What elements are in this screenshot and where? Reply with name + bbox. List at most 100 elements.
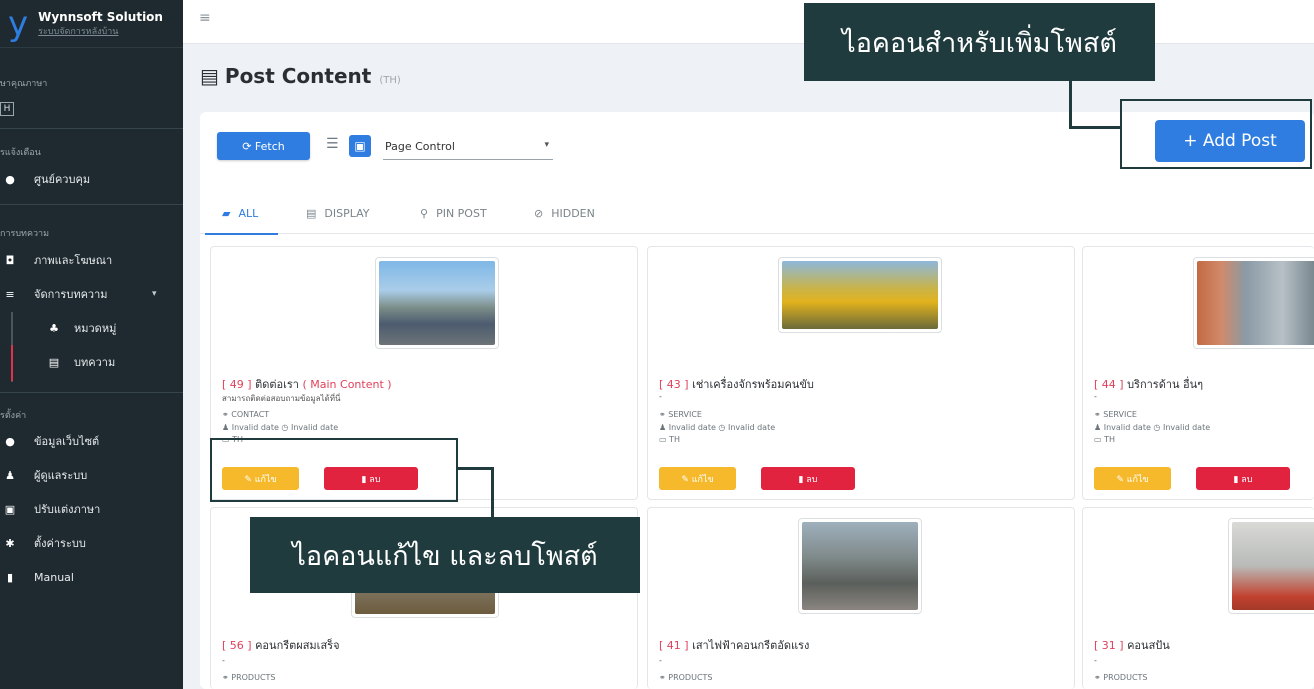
- sidebar-item-users[interactable]: ♟ ผู้ดูแลระบบ: [0, 458, 183, 492]
- post-category: ⚭ PRODUCTS: [659, 673, 713, 682]
- link-icon: ⚭: [659, 410, 666, 419]
- language-selector[interactable]: H: [0, 102, 14, 116]
- edit-button[interactable]: ✎ แก้ไข: [659, 467, 736, 490]
- callout-connector: [456, 467, 494, 470]
- tab-pin-post[interactable]: ⚲ PIN POST: [420, 192, 487, 234]
- post-card: [ 44 ] บริการด้าน อื่นๆ - ⚭ SERVICE ♟ In…: [1082, 246, 1314, 500]
- post-description: -: [659, 656, 662, 665]
- chevron-down-icon: ▾: [544, 140, 549, 150]
- link-icon: ⚭: [222, 673, 229, 682]
- sidebar-item-site-info[interactable]: ● ข้อมูลเว็บไซต์: [0, 424, 183, 458]
- post-language: ▭ TH: [1094, 435, 1116, 444]
- brand-logo-icon: y: [8, 3, 29, 44]
- tab-all[interactable]: ▰ ALL: [204, 192, 279, 235]
- bell-icon: ●: [5, 172, 15, 186]
- folder-icon: ▰: [222, 206, 231, 220]
- post-description: -: [1094, 656, 1097, 665]
- link-icon: ⚭: [222, 410, 229, 419]
- post-dates: ♟ Invalid date ◷ Invalid date: [659, 423, 776, 432]
- add-post-callout: ไอคอนสำหรับเพิ่มโพสต์: [804, 3, 1155, 81]
- edit-button[interactable]: ✎ แก้ไข: [1094, 467, 1171, 490]
- post-title: [ 31 ] คอนสปัน: [1094, 639, 1170, 652]
- post-thumbnail[interactable]: [778, 257, 942, 333]
- sidebar-item-system-settings[interactable]: ✱ ตั้งค่าระบบ: [0, 526, 183, 560]
- sitemap-icon: ♣: [49, 321, 59, 335]
- info-icon: ●: [5, 434, 15, 448]
- hamburger-menu-icon[interactable]: ≡: [199, 10, 211, 26]
- post-thumbnail[interactable]: [1193, 257, 1314, 349]
- fetch-button[interactable]: ⟳ Fetch: [217, 132, 310, 160]
- post-title: [ 44 ] บริการด้าน อื่นๆ: [1094, 378, 1204, 391]
- page-control-select[interactable]: Page Control ▾: [383, 140, 553, 160]
- edit-delete-highlight: [210, 438, 458, 502]
- sidebar-item-manage-content[interactable]: ≡ จัดการบทความ ▾: [0, 277, 183, 311]
- flag-icon: ▭: [1094, 435, 1102, 444]
- post-thumbnail[interactable]: [1228, 518, 1314, 614]
- active-indicator: [11, 345, 13, 381]
- link-icon: ⚭: [1094, 410, 1101, 419]
- language-icon: ▣: [4, 502, 16, 516]
- list-view-icon[interactable]: ☰: [326, 136, 339, 152]
- tab-hidden[interactable]: ⊘ HIDDEN: [534, 192, 595, 234]
- sidebar-item-category[interactable]: ♣ หมวดหมู่: [0, 311, 183, 345]
- sidebar-item-language[interactable]: ▣ ปรับแต่งภาษา: [0, 492, 183, 526]
- post-description: -: [222, 656, 225, 665]
- pin-icon: ⚲: [420, 206, 429, 220]
- delete-button[interactable]: ▮ ลบ: [1196, 467, 1290, 490]
- sidebar-item-control-center[interactable]: ● ศูนย์ควบคุม: [0, 162, 90, 196]
- language-section-label: ษาคุณภาษา: [0, 79, 48, 89]
- wrench-icon: ✱: [5, 536, 15, 550]
- post-category: ⚭ SERVICE: [1094, 410, 1137, 419]
- user-icon: ♟: [1094, 423, 1102, 432]
- sidebar-item-images-video[interactable]: ◘ ภาพและโฆษณา: [0, 243, 183, 277]
- delete-button[interactable]: ▮ ลบ: [761, 467, 855, 490]
- newspaper-icon: ▤: [48, 355, 60, 369]
- post-title: [ 41 ] เสาไฟฟ้าคอนกรีตอัดแรง: [659, 639, 810, 652]
- callout-connector: [1069, 126, 1121, 129]
- post-card: [ 43 ] เช่าเครื่องจักรพร้อมคนขับ - ⚭ SER…: [647, 246, 1075, 500]
- brand-subtitle: ระบบจัดการหลังบ้าน: [38, 26, 119, 37]
- book-icon: ▮: [6, 570, 14, 584]
- link-icon: ⚭: [659, 673, 666, 682]
- post-description: สามารถติดต่อสอบถามข้อมูลได้ที่นี่: [222, 394, 341, 403]
- post-title: [ 56 ] คอนกรีตผสมเสร็จ: [222, 639, 340, 652]
- content-section-label: การบทความ: [0, 229, 50, 239]
- post-card: [ 31 ] คอนสปัน - ⚭ PRODUCTS: [1082, 507, 1314, 689]
- post-category: ⚭ PRODUCTS: [1094, 673, 1148, 682]
- eye-slash-icon: ⊘: [534, 206, 544, 220]
- tab-display[interactable]: ▤ DISPLAY: [306, 192, 370, 234]
- post-title: [ 43 ] เช่าเครื่องจักรพร้อมคนขับ: [659, 378, 814, 391]
- post-description: -: [1094, 392, 1097, 401]
- post-thumbnail[interactable]: [798, 518, 922, 614]
- image-icon: ◘: [5, 253, 15, 267]
- post-language: ▭ TH: [659, 435, 681, 444]
- sidebar: y Wynnsoft Solution ระบบจัดการหลังบ้าน ษ…: [0, 0, 183, 689]
- post-category: ⚭ CONTACT: [222, 410, 270, 419]
- callout-connector: [491, 467, 494, 519]
- list-icon: ≡: [5, 287, 15, 301]
- sidebar-item-manual[interactable]: ▮ Manual: [0, 560, 183, 594]
- callout-connector: [1069, 81, 1072, 128]
- post-thumbnail[interactable]: [375, 257, 499, 349]
- settings-section-label: รตั้งค่า: [0, 411, 27, 421]
- newspaper-icon: ▤: [200, 64, 219, 88]
- sidebar-item-article[interactable]: ▤ บทความ: [0, 345, 183, 379]
- brand-title: Wynnsoft Solution: [38, 9, 163, 24]
- display-icon: ▤: [306, 206, 317, 220]
- add-post-highlight: [1120, 99, 1312, 169]
- page-title: ▤ Post Content (TH): [200, 64, 401, 88]
- chevron-down-icon: ▾: [152, 289, 157, 299]
- flag-icon: ▭: [659, 435, 667, 444]
- notify-section-label: รแจ้งเตือน: [0, 148, 41, 158]
- post-dates: ♟ Invalid date ◷ Invalid date: [1094, 423, 1211, 432]
- link-icon: ⚭: [1094, 673, 1101, 682]
- post-title: [ 49 ] ติดต่อเรา ( Main Content ): [222, 378, 392, 391]
- edit-delete-callout: ไอคอนแก้ไข และลบโพสต์: [250, 517, 640, 593]
- post-card: [ 41 ] เสาไฟฟ้าคอนกรีตอัดแรง - ⚭ PRODUCT…: [647, 507, 1075, 689]
- post-description: -: [659, 392, 662, 401]
- post-category: ⚭ PRODUCTS: [222, 673, 276, 682]
- brand[interactable]: y Wynnsoft Solution ระบบจัดการหลังบ้าน: [0, 0, 183, 48]
- filter-tabs: ▰ ALL ▤ DISPLAY ⚲ PIN POST ⊘ HIDDEN: [200, 192, 1314, 235]
- user-icon: ♟: [222, 423, 230, 432]
- post-category: ⚭ SERVICE: [659, 410, 702, 419]
